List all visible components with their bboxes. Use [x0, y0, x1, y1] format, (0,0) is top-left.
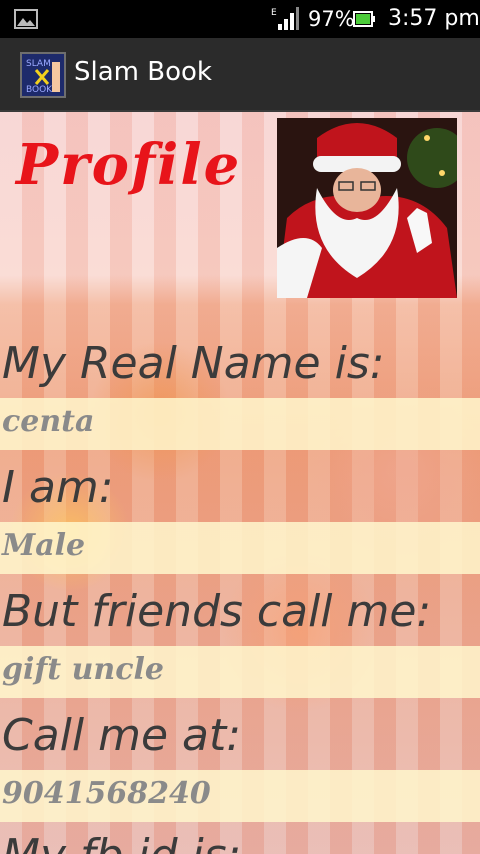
- action-bar: SLAM BOOK Slam Book: [0, 38, 480, 112]
- nickname-field[interactable]: gift uncle: [0, 646, 480, 698]
- real-name-value: centa: [2, 404, 95, 439]
- real-name-field[interactable]: centa: [0, 398, 480, 450]
- gender-value: Male: [2, 528, 86, 563]
- status-bar: E 97% 3:57 pm: [0, 0, 480, 38]
- svg-text:E: E: [271, 8, 277, 18]
- phone-label: Call me at:: [2, 710, 242, 761]
- real-name-label: My Real Name is:: [2, 338, 385, 389]
- profile-heading: Profile: [16, 132, 242, 198]
- svg-text:SLAM: SLAM: [26, 59, 51, 69]
- profile-scroll-view[interactable]: Profile My Real Name is: centa I am: Mal…: [0, 112, 480, 854]
- signal-icon: E: [271, 7, 299, 30]
- battery-icon: [353, 11, 375, 27]
- nickname-label: But friends call me:: [2, 586, 432, 637]
- phone-field[interactable]: 9041568240: [0, 770, 480, 822]
- clock: 3:57 pm: [388, 6, 480, 31]
- fb-id-label: My fb id is:: [2, 830, 242, 854]
- phone-value: 9041568240: [2, 776, 211, 811]
- picture-icon: [14, 9, 38, 29]
- app-title: Slam Book: [74, 57, 212, 87]
- slam-book-app-icon[interactable]: SLAM BOOK: [20, 52, 66, 98]
- nickname-value: gift uncle: [2, 652, 164, 687]
- gender-field[interactable]: Male: [0, 522, 480, 574]
- santa-profile-photo[interactable]: [277, 118, 457, 298]
- gender-label: I am:: [2, 462, 114, 513]
- battery-percent: 97%: [308, 7, 355, 31]
- svg-text:BOOK: BOOK: [26, 85, 53, 95]
